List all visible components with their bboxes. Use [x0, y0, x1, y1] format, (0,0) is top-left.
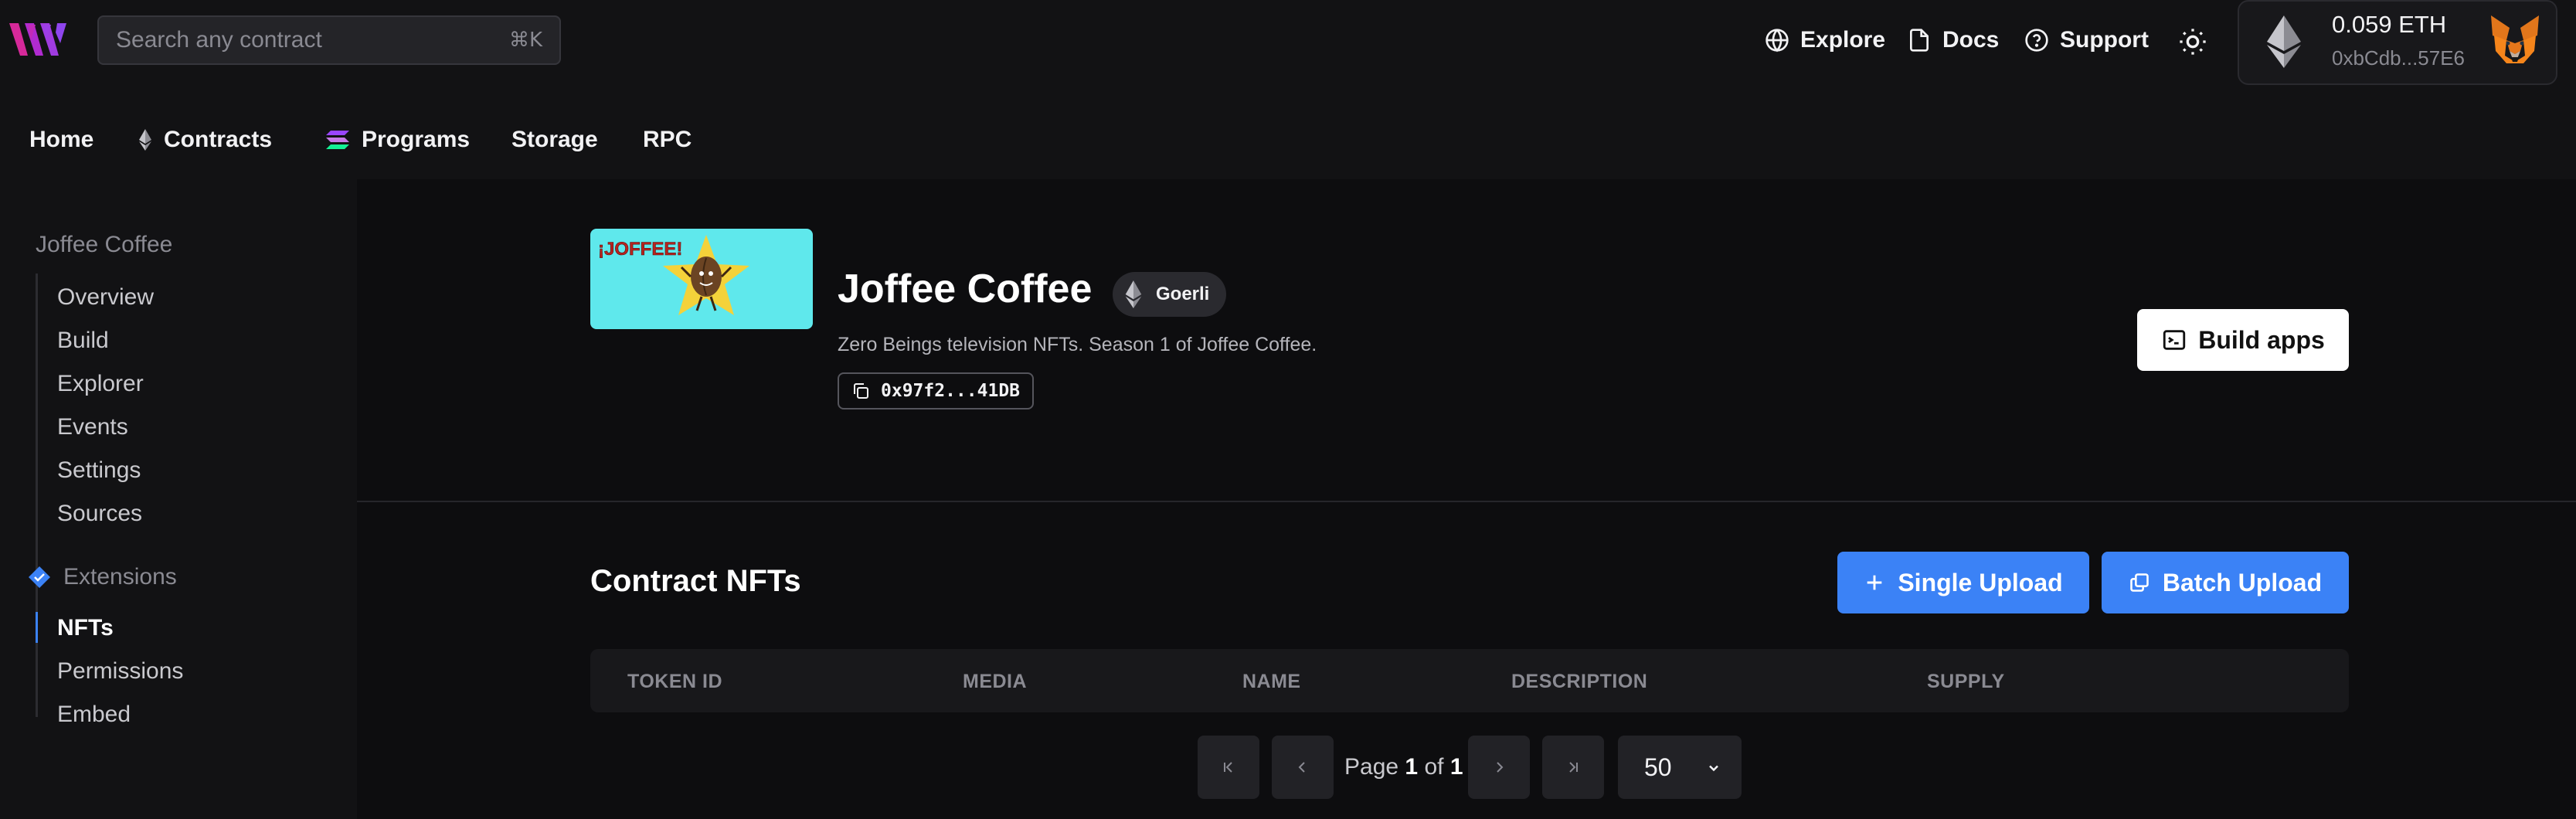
- docs-label: Docs: [1942, 27, 2000, 53]
- solana-icon: [326, 131, 349, 149]
- sidebar-extensions-heading: Extensions: [63, 564, 177, 590]
- prev-page-button[interactable]: [1272, 736, 1334, 799]
- tab-programs[interactable]: Programs: [326, 127, 470, 153]
- single-upload-button[interactable]: Single Upload: [1837, 552, 2089, 613]
- copy-icon: [854, 383, 868, 399]
- sidebar-group-line: [36, 274, 38, 717]
- contract-sidebar: Joffee Coffee Overview Build Explorer Ev…: [0, 179, 357, 819]
- ethereum-icon: [2267, 15, 2301, 68]
- document-icon: [1910, 29, 1929, 52]
- chevrons-last-icon: [1569, 762, 1578, 773]
- chevron-right-icon: [1497, 762, 1504, 773]
- column-media[interactable]: MEDIA: [963, 671, 1027, 693]
- tab-home[interactable]: Home: [29, 127, 93, 153]
- build-apps-label: Build apps: [2198, 325, 2325, 354]
- last-page-button[interactable]: [1542, 736, 1604, 799]
- sidebar-contract-heading: Joffee Coffee: [36, 232, 173, 257]
- docs-link[interactable]: Docs: [1907, 23, 1999, 57]
- sidebar-item-nfts[interactable]: NFTs: [57, 615, 114, 641]
- batch-upload-button[interactable]: Batch Upload: [2102, 552, 2349, 613]
- metamask-fox-icon: [2491, 15, 2539, 63]
- current-page: 1: [1405, 754, 1419, 780]
- explore-label: Explore: [1800, 27, 1886, 53]
- chevron-left-icon: [1298, 762, 1305, 773]
- header-divider: [357, 501, 2576, 502]
- single-upload-label: Single Upload: [1898, 568, 2063, 596]
- search-bar[interactable]: ⌘K: [97, 15, 561, 65]
- support-link[interactable]: Support: [2024, 23, 2149, 57]
- sidebar-item-sources[interactable]: Sources: [57, 501, 142, 527]
- explore-link[interactable]: Explore: [1765, 23, 1885, 57]
- wallet-button[interactable]: 0.059 ETH 0xbCdb...57E6: [2238, 0, 2557, 85]
- tab-home-label: Home: [29, 127, 94, 152]
- contract-description: Zero Beings television NFTs. Season 1 of…: [838, 334, 1317, 355]
- sidebar-item-permissions[interactable]: Permissions: [57, 658, 183, 685]
- thirdweb-logo-icon[interactable]: [9, 17, 73, 62]
- page-label: Page: [1344, 754, 1399, 780]
- build-apps-button[interactable]: Build apps: [2137, 309, 2349, 371]
- column-supply[interactable]: SUPPLY: [1927, 671, 2005, 693]
- tab-contracts[interactable]: Contracts: [139, 127, 272, 153]
- copy-address-button[interactable]: 0x97f2...41DB: [838, 372, 1035, 410]
- next-page-button[interactable]: [1468, 736, 1530, 799]
- tab-storage-label: Storage: [511, 127, 598, 152]
- search-shortcut: ⌘K: [508, 29, 542, 52]
- nfts-table-header: TOKEN ID MEDIA NAME DESCRIPTION SUPPLY: [590, 649, 2349, 712]
- column-token-id[interactable]: TOKEN ID: [627, 671, 722, 693]
- copy-stack-icon: [2130, 573, 2149, 592]
- thumbnail-text: ¡JOFFEE!: [598, 239, 682, 260]
- sidebar-item-settings[interactable]: Settings: [57, 457, 141, 484]
- page-size-value: 50: [1644, 753, 1672, 781]
- top-bar: ⌘K Explore Docs Support 0.059 ETH 0xbCdb…: [0, 0, 2576, 85]
- wallet-balance: 0.059 ETH: [2332, 11, 2447, 38]
- tab-rpc[interactable]: RPC: [643, 127, 692, 153]
- sidebar-item-build[interactable]: Build: [57, 328, 109, 354]
- contract-nfts-title: Contract NFTs: [590, 564, 801, 598]
- batch-upload-label: Batch Upload: [2162, 568, 2323, 596]
- main-nav: Home Contracts Programs Storage RPC: [0, 116, 2576, 170]
- sidebar-item-embed[interactable]: Embed: [57, 702, 131, 728]
- tab-programs-label: Programs: [362, 127, 471, 152]
- contract-thumbnail: ¡JOFFEE!: [590, 229, 813, 329]
- terminal-icon: [2163, 330, 2186, 350]
- ethereum-icon: [139, 129, 151, 151]
- of-label: of: [1424, 754, 1444, 780]
- help-circle-icon: [2025, 29, 2048, 52]
- first-page-button[interactable]: [1198, 736, 1259, 799]
- contract-image: ¡JOFFEE!: [590, 229, 813, 329]
- total-pages: 1: [1449, 754, 1463, 780]
- column-description[interactable]: DESCRIPTION: [1511, 671, 1647, 693]
- tab-rpc-label: RPC: [643, 127, 692, 152]
- sidebar-item-events[interactable]: Events: [57, 414, 128, 440]
- tab-storage[interactable]: Storage: [511, 127, 598, 153]
- page-size-select[interactable]: 50: [1618, 736, 1742, 799]
- ethereum-icon: [1125, 280, 1142, 308]
- network-name: Goerli: [1156, 284, 1210, 304]
- plus-icon: [1867, 575, 1882, 590]
- sidebar-active-indicator: [36, 612, 38, 643]
- sidebar-item-overview[interactable]: Overview: [57, 284, 154, 311]
- chevron-down-icon: [1709, 765, 1718, 772]
- contract-address: 0x97f2...41DB: [881, 381, 1021, 401]
- contract-title: Joffee Coffee: [838, 267, 1093, 311]
- globe-icon: [1765, 29, 1789, 53]
- chevrons-first-icon: [1224, 762, 1232, 773]
- network-badge: Goerli: [1113, 272, 1227, 317]
- search-input[interactable]: [116, 27, 509, 53]
- page-indicator: Page 1 of 1: [1344, 754, 1463, 780]
- sidebar-item-explorer[interactable]: Explorer: [57, 371, 144, 397]
- tab-contracts-label: Contracts: [164, 127, 273, 152]
- column-name[interactable]: NAME: [1242, 671, 1301, 693]
- sun-icon[interactable]: [2177, 26, 2208, 57]
- support-label: Support: [2060, 27, 2149, 53]
- wallet-address: 0xbCdb...57E6: [2332, 46, 2466, 70]
- extensions-diamond-icon: [29, 566, 50, 588]
